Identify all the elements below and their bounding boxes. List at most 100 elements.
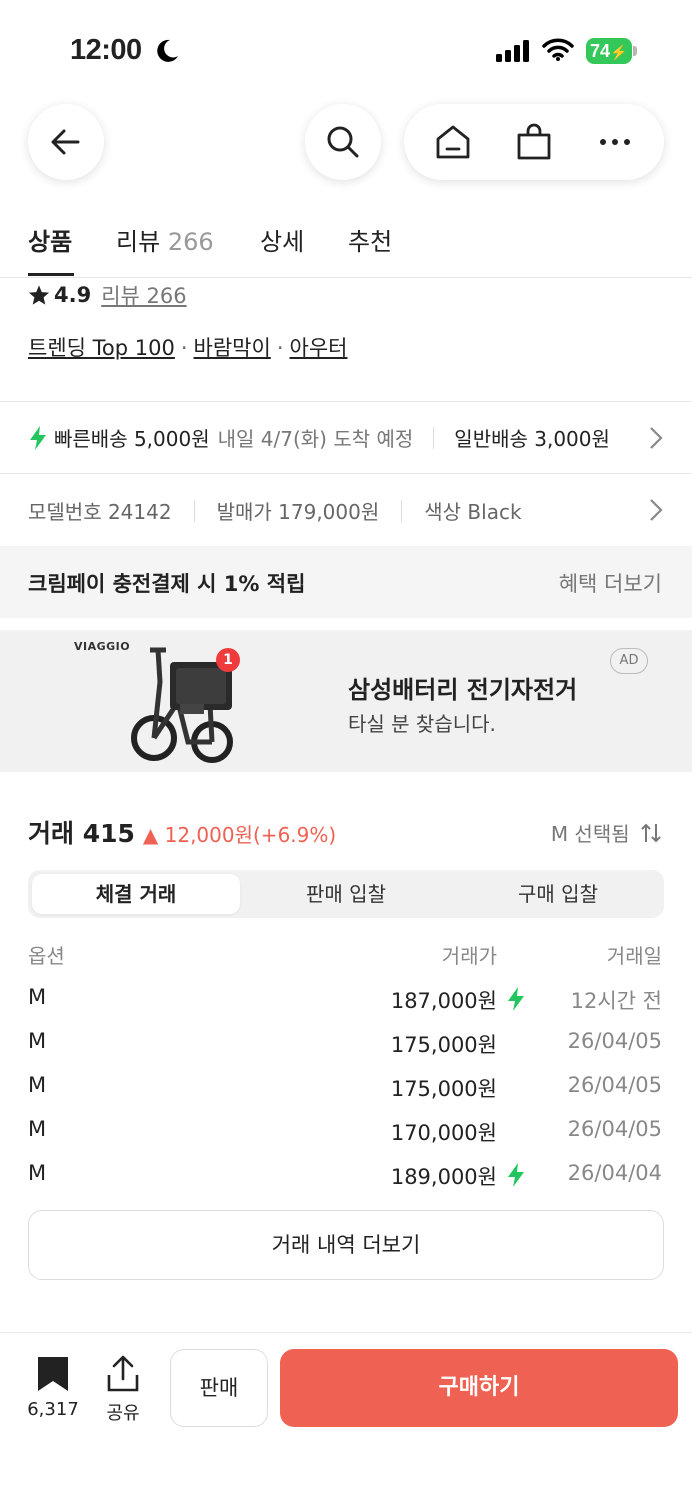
category-windbreaker-link[interactable]: 바람막이 xyxy=(194,336,271,360)
share-button[interactable]: 공유 xyxy=(98,1355,148,1425)
home-icon xyxy=(436,125,470,159)
row-option: M xyxy=(28,985,47,1009)
tab-detail[interactable]: 상세 xyxy=(260,222,304,257)
row-option: M xyxy=(28,1117,47,1141)
tab-detail-label: 상세 xyxy=(260,228,305,256)
table-row: M 189,000원 26/04/04 xyxy=(0,1161,692,1205)
column-header-date: 거래일 xyxy=(606,944,662,968)
tab-review[interactable]: 리뷰 266 xyxy=(116,222,214,257)
lightning-icon xyxy=(508,1163,524,1187)
cart-button[interactable] xyxy=(504,112,564,172)
row-price: 175,000원 xyxy=(390,1077,497,1101)
back-button[interactable] xyxy=(28,104,104,180)
column-header-price: 거래가 xyxy=(441,944,497,968)
tab-review-label: 리뷰 xyxy=(116,228,161,256)
trade-history-more-button[interactable]: 거래 내역 더보기 xyxy=(28,1210,664,1280)
battery-level: 74 xyxy=(590,41,611,61)
rating-row: 4.9 리뷰 266 xyxy=(28,280,187,310)
row-price: 189,000원 xyxy=(390,1165,497,1189)
category-outer-link[interactable]: 아우터 xyxy=(290,336,348,360)
chevron-right-icon[interactable] xyxy=(648,498,664,522)
share-label: 공유 xyxy=(106,1403,140,1424)
segment-buy-bids[interactable]: 구매 입찰 xyxy=(452,874,664,914)
benefit-text: 크림페이 충전결제 시 1% 적립 xyxy=(28,572,306,596)
fast-shipping-eta: 내일 4/7(화) 도착 예정 xyxy=(217,427,414,451)
notification-badge: 1 xyxy=(216,648,240,672)
tab-recommend-label: 추천 xyxy=(348,228,393,256)
wifi-icon xyxy=(542,38,574,61)
tab-review-count: 266 xyxy=(167,228,214,256)
share-icon xyxy=(107,1355,139,1392)
product-tabs: 상품 리뷰 266 상세 추천 xyxy=(0,210,692,278)
battery-indicator: 74⚡ xyxy=(586,38,632,64)
battery-tip xyxy=(633,46,637,56)
bottom-action-bar: 6,317 공유 판매 구매하기 xyxy=(0,1332,692,1500)
row-price: 187,000원 xyxy=(390,989,497,1013)
ad-badge: AD xyxy=(610,648,648,674)
divider xyxy=(0,473,692,474)
star-icon xyxy=(28,285,50,305)
cellular-signal-icon xyxy=(496,40,529,62)
table-row: M 187,000원 12시간 전 xyxy=(0,985,692,1029)
shipping-options[interactable]: 빠른배송 5,000원 내일 4/7(화) 도착 예정 일반배송 3,000원 xyxy=(28,423,662,452)
column-header-option: 옵션 xyxy=(28,944,65,968)
size-selector[interactable]: M 선택됨 xyxy=(551,818,662,847)
fast-shipping-label: 빠른배송 5,000원 xyxy=(54,427,210,451)
rating-score: 4.9 xyxy=(54,283,92,307)
row-date: 12시간 전 xyxy=(570,989,662,1013)
row-price: 170,000원 xyxy=(390,1121,497,1145)
row-option: M xyxy=(28,1161,47,1185)
spec-separator xyxy=(401,499,403,522)
bookmark-button[interactable]: 6,317 xyxy=(22,1355,84,1420)
product-color: 색상 Black xyxy=(424,500,522,524)
row-date: 26/04/05 xyxy=(567,1029,662,1053)
lightning-icon xyxy=(508,987,524,1011)
product-spec-row[interactable]: 모델번호 24142 발매가 179,000원 색상 Black xyxy=(28,496,522,525)
tab-product[interactable]: 상품 xyxy=(28,222,72,257)
trade-header: 거래 415 ▲ 12,000원(+6.9%) M 선택됨 xyxy=(28,814,662,850)
tab-recommend[interactable]: 추천 xyxy=(348,222,392,257)
segment-completed-trades[interactable]: 체결 거래 xyxy=(32,874,240,914)
lightning-icon xyxy=(30,425,46,450)
moon-icon xyxy=(157,39,178,62)
shopping-bag-icon xyxy=(517,123,551,160)
shipping-separator xyxy=(433,426,435,449)
table-row: M 175,000원 26/04/05 xyxy=(0,1073,692,1117)
release-price: 발매가 179,000원 xyxy=(216,500,380,524)
ad-subtitle: 타실 분 찾습니다. xyxy=(348,712,496,736)
row-price: 175,000원 xyxy=(390,1033,497,1057)
nav-action-group xyxy=(404,104,664,180)
search-button[interactable] xyxy=(305,104,381,180)
benefit-banner[interactable]: 크림페이 충전결제 시 1% 적립 혜택 더보기 xyxy=(0,546,692,618)
review-count-link[interactable]: 리뷰 266 xyxy=(101,280,186,310)
status-bar: 12:00 74⚡ xyxy=(0,0,692,100)
row-date: 26/04/04 xyxy=(567,1161,662,1185)
bookmark-count: 6,317 xyxy=(27,1399,79,1420)
row-date: 26/04/05 xyxy=(567,1073,662,1097)
more-options-button[interactable] xyxy=(585,112,645,172)
trade-segment-control: 체결 거래 판매 입찰 구매 입찰 xyxy=(28,870,664,918)
tab-product-label: 상품 xyxy=(28,228,73,256)
home-button[interactable] xyxy=(423,112,483,172)
category-breadcrumb: 트렌딩 Top 100 · 바람막이 · 아우터 xyxy=(28,332,347,362)
arrow-left-icon xyxy=(51,129,80,155)
row-option: M xyxy=(28,1073,47,1097)
ad-title: 삼성배터리 전기자전거 xyxy=(348,676,578,704)
search-icon xyxy=(327,126,359,158)
benefit-more-link[interactable]: 혜택 더보기 xyxy=(559,568,662,598)
chevron-right-icon[interactable] xyxy=(648,426,664,450)
normal-shipping-label: 일반배송 3,000원 xyxy=(454,427,610,451)
category-trending-link[interactable]: 트렌딩 Top 100 xyxy=(28,336,175,360)
ad-brand-label: VIAGGIO xyxy=(74,640,131,653)
more-horizontal-icon xyxy=(600,139,631,145)
buy-button[interactable]: 구매하기 xyxy=(280,1349,678,1427)
category-separator: · xyxy=(276,336,284,360)
table-row: M 170,000원 26/04/05 xyxy=(0,1117,692,1161)
sell-button[interactable]: 판매 xyxy=(170,1349,268,1427)
ad-banner[interactable]: VIAGGIO 1 삼성배터리 전기자전거 타실 분 찾습니다. AD xyxy=(0,630,692,772)
segment-sell-bids[interactable]: 판매 입찰 xyxy=(240,874,452,914)
trade-title: 거래 415 xyxy=(28,819,135,848)
bookmark-icon xyxy=(38,1357,68,1391)
row-date: 26/04/05 xyxy=(567,1117,662,1141)
category-separator: · xyxy=(180,336,188,360)
